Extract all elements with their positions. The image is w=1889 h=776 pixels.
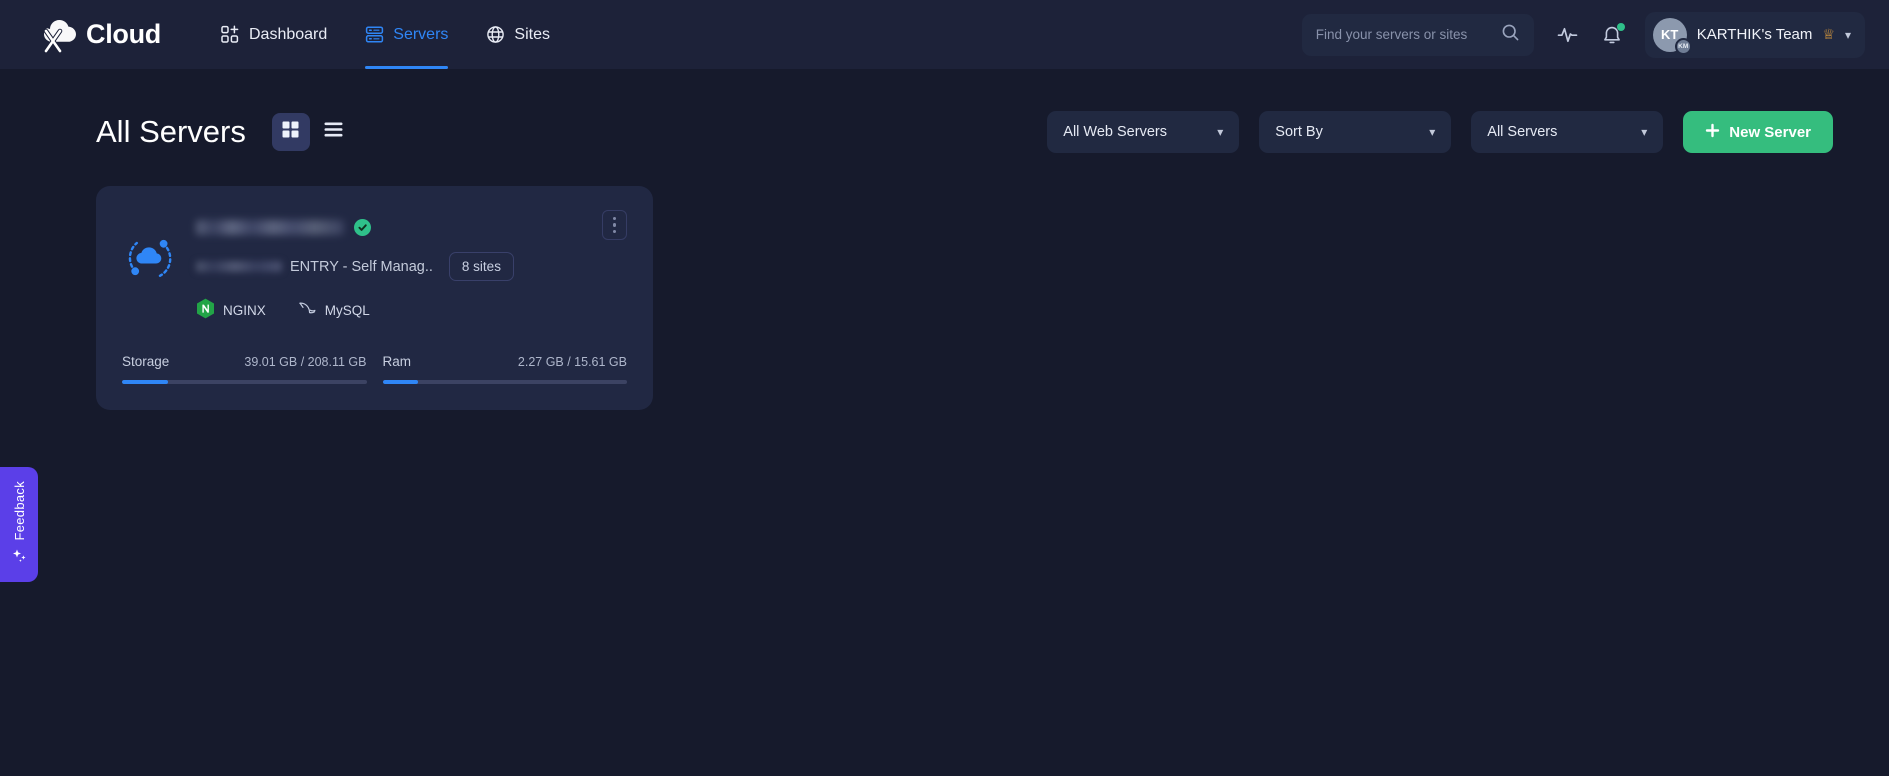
server-card-grid: ENTRY - Self Manag.. 8 sites NGINX MySQL… <box>0 153 1889 410</box>
avatar-badge: KM <box>1674 37 1692 55</box>
cloud-x-logo-icon <box>38 17 80 53</box>
chevron-down-icon: ▾ <box>1641 125 1648 139</box>
chevron-down-icon: ▾ <box>1217 125 1224 139</box>
tech-nginx: NGINX <box>196 298 266 322</box>
grid-plus-icon <box>221 25 240 44</box>
search-input[interactable] <box>1315 27 1496 42</box>
team-name: KARTHIK's Team <box>1696 26 1813 43</box>
grid-view-icon <box>282 121 299 143</box>
stat-storage-bar <box>122 380 367 384</box>
server-name-redacted <box>196 219 344 235</box>
list-view-button[interactable] <box>315 113 353 151</box>
main-nav: Dashboard Servers Sites <box>221 0 550 69</box>
server-plan: ENTRY - Self Manag.. <box>290 258 433 275</box>
stat-ram-bar-fill <box>382 380 418 384</box>
nav-label-servers: Servers <box>393 25 449 43</box>
page-toolbar: All Servers All Web Servers ▾ Sort By ▾ … <box>0 69 1889 153</box>
chevron-down-icon[interactable]: ▾ <box>1845 28 1851 42</box>
tech-nginx-label: NGINX <box>223 302 266 318</box>
brand-name: Cloud <box>86 19 161 49</box>
tech-mysql: MySQL <box>298 300 370 320</box>
stat-storage: Storage 39.01 GB / 208.11 GB <box>122 354 367 384</box>
globe-icon <box>486 25 505 44</box>
activity-pulse-icon[interactable] <box>1556 23 1579 46</box>
notification-dot <box>1616 22 1625 31</box>
account-menu[interactable]: KT KM KARTHIK's Team ♕ ▾ <box>1644 11 1865 58</box>
feedback-label: Feedback <box>11 480 27 541</box>
sort-by-label: Sort By <box>1275 124 1323 140</box>
server-tech-row: NGINX MySQL <box>196 298 627 322</box>
stat-storage-value: 39.01 GB / 208.11 GB <box>244 355 367 369</box>
web-server-filter[interactable]: All Web Servers ▾ <box>1047 111 1240 153</box>
server-ip-redacted <box>196 261 282 272</box>
stat-ram-bar <box>382 380 627 384</box>
crown-icon: ♕ <box>1822 26 1835 42</box>
list-view-icon <box>324 121 343 143</box>
filter-bar: All Web Servers ▾ Sort By ▾ All Servers … <box>1047 111 1833 153</box>
new-server-button[interactable]: New Server <box>1683 111 1833 153</box>
server-scope-filter[interactable]: All Servers ▾ <box>1471 111 1664 153</box>
server-rack-icon <box>365 25 384 44</box>
grid-view-button[interactable] <box>271 113 310 151</box>
bell-icon[interactable] <box>1601 22 1625 46</box>
mysql-dolphin-icon <box>298 300 317 320</box>
app-header: Cloud Dashboard Servers Sites Find your … <box>0 0 1889 69</box>
sites-badge[interactable]: 8 sites <box>448 252 514 281</box>
tech-mysql-label: MySQL <box>324 302 370 318</box>
avatar: KT KM <box>1652 17 1692 55</box>
sparkle-icon <box>11 548 28 568</box>
search-box[interactable] <box>1301 13 1534 56</box>
new-server-label: New Server <box>1729 123 1811 141</box>
sort-by-filter[interactable]: Sort By ▾ <box>1259 111 1452 153</box>
stat-ram-label: Ram <box>382 354 412 369</box>
nav-label-dashboard: Dashboard <box>248 25 328 43</box>
view-mode-toggle <box>271 113 353 151</box>
plus-icon <box>1705 123 1720 142</box>
check-circle-icon <box>354 218 371 236</box>
stat-storage-bar-fill <box>122 380 168 384</box>
server-name-row <box>196 214 627 240</box>
stat-ram: Ram 2.27 GB / 15.61 GB <box>382 354 627 384</box>
web-server-filter-label: All Web Servers <box>1063 124 1167 140</box>
feedback-tab[interactable]: Feedback <box>0 467 38 582</box>
chevron-down-icon: ▾ <box>1429 125 1436 139</box>
nav-item-servers[interactable]: Servers <box>365 0 449 69</box>
nav-label-sites: Sites <box>514 25 550 43</box>
page-content: All Servers All Web Servers ▾ Sort By ▾ … <box>0 69 1889 776</box>
nav-item-sites[interactable]: Sites <box>486 0 550 69</box>
stat-ram-value: 2.27 GB / 15.61 GB <box>517 355 627 369</box>
server-meta-row: ENTRY - Self Manag.. 8 sites <box>196 252 627 281</box>
nav-item-dashboard[interactable]: Dashboard <box>221 0 327 69</box>
stat-storage-label: Storage <box>122 354 170 369</box>
header-actions: KT KM KARTHIK's Team ♕ ▾ <box>1301 11 1865 58</box>
server-card[interactable]: ENTRY - Self Manag.. 8 sites NGINX MySQL… <box>96 186 653 410</box>
brand-logo-link[interactable]: Cloud <box>38 17 161 53</box>
nginx-icon <box>196 298 215 322</box>
server-stats: Storage 39.01 GB / 208.11 GB Ram 2.27 GB… <box>122 354 627 384</box>
kebab-menu-icon[interactable] <box>602 210 627 240</box>
cloud-orbit-icon <box>122 230 176 284</box>
search-icon[interactable] <box>1501 23 1520 47</box>
server-scope-label: All Servers <box>1487 124 1558 140</box>
page-title: All Servers <box>96 114 246 149</box>
